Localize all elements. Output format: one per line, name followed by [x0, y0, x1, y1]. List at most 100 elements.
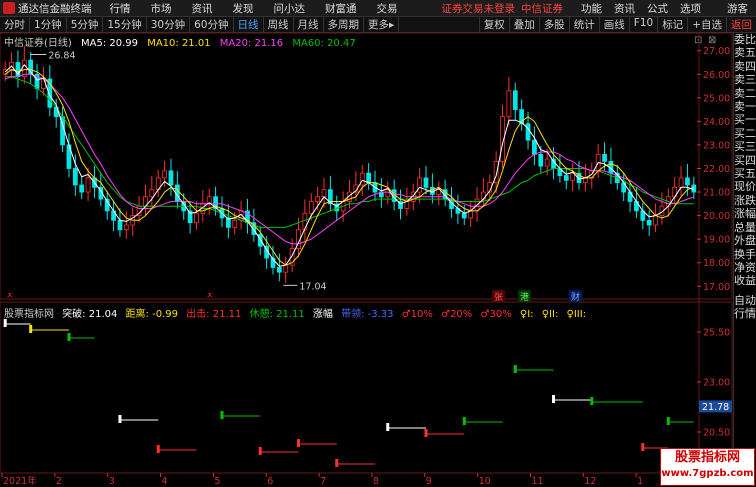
watermark-line2: www.7gpzb.com — [661, 468, 754, 479]
x-tick-label: 4 — [162, 476, 168, 487]
x-tick-label: 8 — [373, 476, 379, 487]
quote-side-panel: 委比 卖五 卖四 卖三 卖二 卖一 买一 买二 买三 买四 买五 现价 涨跌 涨… — [733, 33, 756, 486]
side-label-buy1: 买一 — [734, 113, 756, 127]
side-label-earnings: 收益 — [734, 274, 756, 288]
watermark-line1: 股票指标网 — [674, 450, 740, 465]
indicator-level-bar — [335, 459, 339, 467]
alert-triangle-icon: ㅈ — [6, 291, 13, 300]
indicator-level-bar — [386, 423, 390, 431]
candle-body — [168, 170, 174, 186]
candle-body — [563, 175, 569, 181]
main-y-tick-label: 19.00 — [703, 235, 730, 246]
chart-canvas[interactable]: 27.00 26.00 25.00 24.00 23.00 22.00 21.00 20.00… — [0, 0, 733, 487]
main-y-tick-label: 27.00 — [703, 46, 730, 57]
candle-body — [302, 212, 308, 231]
side-label-buy3: 买三 — [734, 140, 756, 154]
candle-body — [538, 153, 544, 167]
main-y-tick-label: 24.00 — [703, 117, 730, 128]
side-label-sell1: 卖一 — [734, 100, 756, 114]
indicator-level-bar — [462, 417, 466, 425]
side-label-quote[interactable]: 行情 — [734, 307, 756, 320]
candle-body — [123, 224, 129, 231]
indicator-level-bar — [67, 333, 71, 341]
candle-body — [544, 158, 550, 167]
side-label-sell4: 卖四 — [734, 59, 756, 73]
indicator-level-bar — [118, 415, 122, 423]
main-y-tick-label: 20.00 — [703, 211, 730, 222]
x-tick-label: 6 — [267, 476, 273, 487]
candle-body — [194, 212, 199, 224]
x-tick-label: 10 — [479, 476, 491, 487]
x-tick-label: 2021年 — [3, 475, 37, 487]
side-label-auto[interactable]: 自动 — [734, 294, 756, 307]
x-tick-label: 5 — [214, 476, 220, 487]
indicator-level-bar — [296, 439, 300, 447]
alert-triangle-icon: ㅈ — [206, 291, 213, 300]
indicator-level-bar — [552, 395, 556, 403]
candle-body — [117, 219, 123, 231]
side-label-sell2: 卖二 — [734, 86, 756, 100]
indicator-level-bar — [513, 365, 517, 373]
candle-body — [653, 215, 658, 226]
candle-body — [685, 177, 690, 186]
side-label-netasset: 净资 — [734, 260, 756, 274]
candle-body — [232, 219, 238, 228]
main-y-tick-label: 22.00 — [703, 164, 730, 175]
main-y-tick-label: 21.00 — [703, 188, 730, 199]
x-tick-label: 12 — [584, 476, 596, 487]
main-y-tick-label: 23.00 — [703, 140, 730, 151]
candle-body — [321, 189, 327, 198]
indicator-level-bar — [29, 325, 33, 333]
indicator-level-bar — [258, 447, 262, 455]
ma20-line — [5, 73, 694, 245]
indicator-level-bar — [3, 319, 7, 327]
candle-body — [423, 177, 429, 188]
sub-chart-frame — [0, 301, 733, 474]
candle-body — [79, 184, 85, 193]
side-label-buy4: 买四 — [734, 153, 756, 167]
side-label-price: 现价 — [734, 180, 756, 194]
side-label-buy5: 买五 — [734, 167, 756, 181]
side-label-outer: 外盘 — [734, 234, 756, 248]
candle-body — [404, 201, 410, 209]
event-zhang-icon: 张 — [494, 292, 503, 303]
x-tick-label: 7 — [320, 476, 326, 487]
event-gang-icon: 港 — [520, 291, 529, 303]
candle-body — [72, 168, 78, 186]
side-label-sell3: 卖三 — [734, 73, 756, 87]
candle-body — [525, 123, 531, 141]
side-label-sell5: 卖五 — [734, 46, 756, 60]
candle-body — [149, 189, 155, 198]
main-chart-frame — [0, 32, 733, 300]
indicator-level-bar — [424, 429, 428, 437]
sub-y-tick-label: 23.00 — [703, 378, 730, 389]
low-price-label: 17.04 — [299, 281, 326, 292]
candle-body — [646, 219, 652, 226]
candle-body — [366, 172, 372, 184]
candle-body — [315, 196, 320, 202]
side-label-change-pct: 涨幅 — [734, 207, 756, 221]
main-y-tick-label: 25.00 — [703, 93, 730, 104]
candle-body — [283, 264, 289, 273]
current-price-label: 21.78 — [702, 402, 729, 413]
high-price-label: 26.84 — [48, 50, 75, 61]
main-y-tick-label: 17.00 — [703, 282, 730, 293]
main-y-tick-label: 18.00 — [703, 258, 730, 269]
candle-body — [678, 177, 684, 188]
candle-body — [551, 158, 556, 169]
candle-body — [308, 201, 314, 214]
sub-y-tick-label: 25.50 — [703, 328, 730, 339]
side-label-buy2: 买二 — [734, 126, 756, 140]
candle-body — [461, 212, 467, 219]
candle-body — [532, 139, 537, 155]
x-tick-label: 2 — [56, 476, 62, 487]
side-label-volume: 总量 — [734, 220, 756, 234]
side-label-weibi: 委比 — [734, 33, 756, 46]
side-label-turnover: 换手 — [734, 247, 756, 261]
candle-body — [417, 177, 423, 193]
watermark: 股票指标网 www.7gpzb.com — [660, 448, 755, 486]
x-tick-label: 9 — [426, 476, 432, 487]
candle-body — [506, 90, 512, 118]
candle-body — [468, 210, 474, 219]
candle-body — [602, 153, 607, 162]
